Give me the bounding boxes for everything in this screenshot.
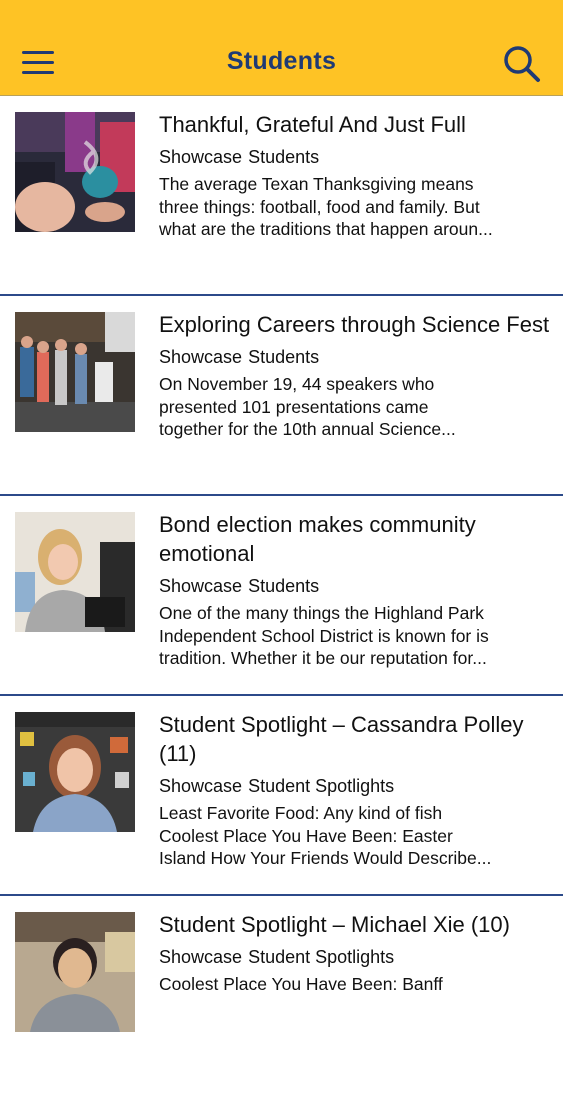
article-list: Thankful, Grateful And Just Full Showcas… [0,96,563,1096]
search-icon[interactable] [501,44,543,84]
excerpt-line: together for the 10th annual Science... [159,419,456,439]
category-tag[interactable]: Student Spotlights [248,947,394,967]
category-tag[interactable]: Student Spotlights [248,776,394,796]
article-thumbnail [15,312,135,432]
article-excerpt: The average Texan Thanksgiving means thr… [159,173,551,241]
article-item[interactable]: Student Spotlight – Cassandra Polley (11… [0,696,563,896]
article-title[interactable]: Thankful, Grateful And Just Full [159,110,551,139]
article-categories: Showcase Student Spotlights [159,774,551,798]
article-categories: Showcase Students [159,345,551,369]
article-thumbnail [15,112,135,232]
article-item[interactable]: Student Spotlight – Michael Xie (10) Sho… [0,896,563,1096]
article-excerpt: Least Favorite Food: Any kind of fish Co… [159,802,551,870]
article-item[interactable]: Exploring Careers through Science Fest S… [0,296,563,496]
category-tag[interactable]: Showcase [159,576,242,596]
article-content: Student Spotlight – Michael Xie (10) Sho… [159,910,551,996]
page-title: Students [226,47,337,75]
excerpt-line: The average Texan Thanksgiving means [159,174,474,194]
excerpt-line: On November 19, 44 speakers who [159,374,435,394]
category-tag[interactable]: Students [248,576,319,596]
article-excerpt: Coolest Place You Have Been: Banff [159,973,551,996]
category-tag[interactable]: Showcase [159,347,242,367]
excerpt-line: Island How Your Friends Would Describe..… [159,848,492,868]
article-content: Student Spotlight – Cassandra Polley (11… [159,710,551,870]
article-categories: Showcase Students [159,574,551,598]
excerpt-line: Coolest Place You Have Been: Banff [159,974,443,994]
category-tag[interactable]: Showcase [159,147,242,167]
category-tag[interactable]: Showcase [159,947,242,967]
article-title[interactable]: Student Spotlight – Cassandra Polley (11… [159,710,551,768]
category-tag[interactable]: Students [248,347,319,367]
article-title[interactable]: Exploring Careers through Science Fest [159,310,551,339]
excerpt-line: presented 101 presentations came [159,396,429,417]
article-thumbnail [15,512,135,632]
article-title[interactable]: Bond election makes community emotional [159,510,551,568]
article-item[interactable]: Thankful, Grateful And Just Full Showcas… [0,96,563,296]
article-thumbnail [15,712,135,832]
category-tag[interactable]: Students [248,147,319,167]
excerpt-line: One of the many things the Highland Park [159,603,484,623]
article-content: Thankful, Grateful And Just Full Showcas… [159,110,551,241]
category-tag[interactable]: Showcase [159,776,242,796]
excerpt-line: Independent School District is known for… [159,625,489,646]
article-categories: Showcase Student Spotlights [159,945,551,969]
excerpt-line: tradition. Whether it be our reputation … [159,648,487,668]
article-item[interactable]: Bond election makes community emotional … [0,496,563,696]
excerpt-line: Least Favorite Food: Any kind of fish [159,803,443,823]
excerpt-line: three things: football, food and family.… [159,196,480,217]
article-excerpt: One of the many things the Highland Park… [159,602,551,670]
article-title[interactable]: Student Spotlight – Michael Xie (10) [159,910,551,939]
excerpt-line: what are the traditions that happen arou… [159,219,493,239]
article-excerpt: On November 19, 44 speakers who presente… [159,373,551,441]
article-content: Bond election makes community emotional … [159,510,551,670]
article-categories: Showcase Students [159,145,551,169]
excerpt-line: Coolest Place You Have Been: Easter [159,825,453,846]
article-content: Exploring Careers through Science Fest S… [159,310,551,441]
article-thumbnail [15,912,135,1032]
app-header: Students [0,0,563,96]
